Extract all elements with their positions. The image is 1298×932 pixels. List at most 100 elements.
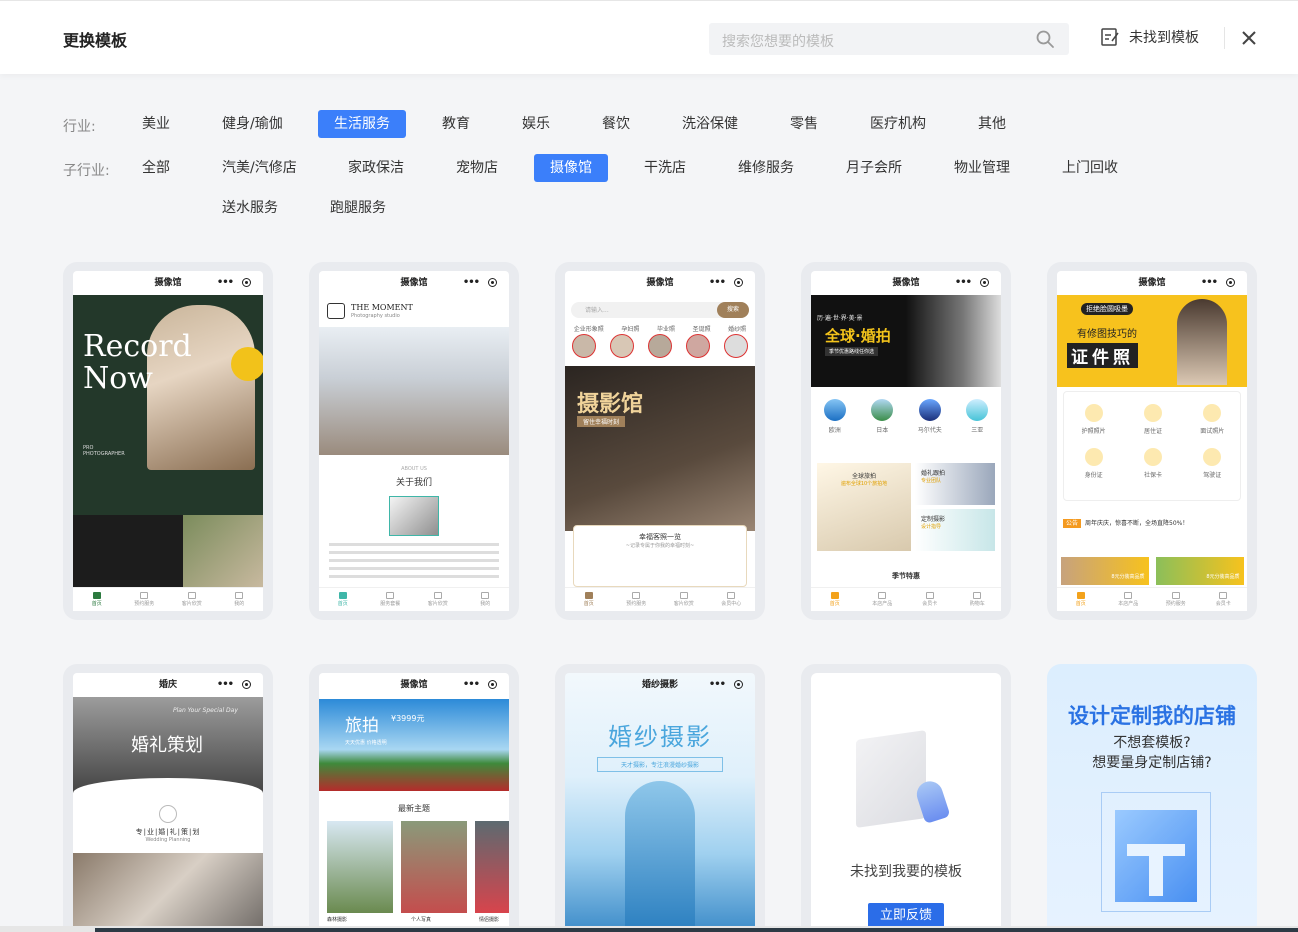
- industry-chip[interactable]: 美业: [126, 110, 186, 138]
- tab-bar: 首页 本店产品 预约服务 会员卡: [1057, 587, 1247, 611]
- phone-title: 摄像馆: [400, 278, 428, 288]
- template-card[interactable]: 婚纱摄影 ••• 婚纱摄影 天才摄影，专注浪漫婚纱摄影: [555, 664, 765, 932]
- industry-chip-active[interactable]: 生活服务: [318, 110, 406, 138]
- feedback-message: 未找到我要的模板: [850, 864, 962, 880]
- industry-chip[interactable]: 洗浴保健: [666, 110, 754, 138]
- template-card[interactable]: 摄像馆 ••• THE MOMENT Photography studio ABO…: [309, 262, 519, 620]
- sub-industry-chip[interactable]: 物业管理: [938, 154, 1026, 182]
- industry-chip[interactable]: 零售: [774, 110, 834, 138]
- section-title: 最新主题: [398, 804, 430, 813]
- scrollbar-thumb[interactable]: [95, 928, 1298, 932]
- hero-title: 全球·婚拍: [825, 327, 891, 345]
- sub-industry-chip-active[interactable]: 摄像馆: [534, 154, 608, 182]
- hero-sub: 留住幸福时刻: [577, 416, 626, 427]
- record-icon: [980, 278, 989, 287]
- hero-title: 证件照: [1067, 343, 1138, 368]
- hero-sub: 季节优惠路线任你选: [825, 347, 879, 356]
- sub-industry-chip[interactable]: 宠物店: [440, 154, 514, 182]
- tab-item: 会员卡: [1203, 592, 1243, 607]
- promo-row: 8元分装高品质 8元分装高品质: [1057, 557, 1247, 587]
- intro-photo: [183, 515, 263, 587]
- sub-industry-chip[interactable]: 月子会所: [830, 154, 918, 182]
- tab-item: 会员卡: [910, 592, 950, 607]
- template-card[interactable]: 摄像馆 ••• 旅拍 ¥3999元 天天优惠 价格透明 最新主题 森林摄影 个人写…: [309, 664, 519, 932]
- not-found-button[interactable]: 未找到模板: [1100, 27, 1199, 47]
- not-found-label: 未找到模板: [1129, 30, 1199, 46]
- theme-photo: [401, 821, 467, 913]
- phone-title-bar: 摄像馆 •••: [1057, 271, 1247, 295]
- phone-title: 婚纱摄影: [641, 680, 678, 690]
- letter-t-illustration: [1115, 810, 1197, 902]
- section-title: 季节特惠: [892, 572, 920, 580]
- hero-title: 婚礼策划: [131, 735, 203, 756]
- phone-title: 摄像馆: [646, 278, 674, 288]
- tab-item: 我的: [465, 592, 505, 607]
- template-card[interactable]: 婚庆 ••• Plan Your Special Day 婚礼策划 专|业|婚|礼…: [63, 664, 273, 932]
- phone-preview: 摄像馆 ••• 旅拍 ¥3999元 天天优惠 价格透明 最新主题 森林摄影 个人写…: [319, 673, 509, 932]
- phone-preview: 摄像馆 ••• 拒绝脸圆吸墨 有修图技巧的 证件照 护照照片 居住证 面试照片 身份证…: [1057, 271, 1247, 611]
- industry-chip[interactable]: 健身/瑜伽: [206, 110, 299, 138]
- phone-title-bar: 摄像馆 •••: [319, 271, 509, 295]
- more-icon: •••: [1200, 277, 1218, 288]
- sub-industry-chip[interactable]: 送水服务: [206, 194, 294, 222]
- more-icon: •••: [462, 679, 480, 690]
- record-icon: [488, 680, 497, 689]
- hero-tag: 拒绝脸圆吸墨: [1081, 303, 1133, 315]
- hero-tags: 天天优惠 价格透明: [345, 740, 387, 746]
- custom-line-2: 想要量身定制店铺?: [1092, 755, 1212, 771]
- more-icon: •••: [708, 679, 726, 690]
- brand-name: THE MOMENT: [351, 303, 413, 312]
- destination-labels: 欧洲 日本 马尔代夫 三亚: [828, 427, 984, 434]
- feedback-card: 未找到我要的模板 立即反馈: [801, 664, 1011, 932]
- sub-industry-chip[interactable]: 汽美/汽修店: [206, 154, 313, 182]
- template-card[interactable]: 摄像馆 ••• 请输入... 搜索 企业形象照 孕妇照 毕业照 圣诞照 婚纱照 摄影馆 留…: [555, 262, 765, 620]
- template-card[interactable]: 摄像馆 ••• 拒绝脸圆吸墨 有修图技巧的 证件照 护照照片 居住证 面试照片 身份证…: [1047, 262, 1257, 620]
- hero-title: 摄影馆: [577, 392, 644, 417]
- industry-label: 行业:: [63, 119, 96, 135]
- industry-chip[interactable]: 教育: [426, 110, 486, 138]
- tab-item: 会员中心: [711, 592, 751, 607]
- hero-sub: PRO PHOTOGRAPHER: [83, 445, 125, 457]
- sub-industry-chip[interactable]: 跑腿服务: [314, 194, 402, 222]
- phone-title: 摄像馆: [1138, 278, 1166, 288]
- record-icon: [242, 278, 251, 287]
- sub-industry-chip[interactable]: 维修服务: [722, 154, 810, 182]
- custom-design-card[interactable]: 设计定制我的店铺 不想套模板? 想要量身定制店铺?: [1047, 664, 1257, 932]
- logo-mark: [159, 805, 177, 823]
- tab-item: 购物车: [957, 592, 997, 607]
- template-card[interactable]: 摄像馆 ••• 历·遍·世·界·美·景 全球·婚拍 季节优惠路线任你选 欧洲 日本马…: [801, 262, 1011, 620]
- document-illustration: [856, 730, 926, 828]
- sub-industry-chip[interactable]: 上门回收: [1046, 154, 1134, 182]
- industry-chip[interactable]: 其他: [962, 110, 1022, 138]
- phone-preview: 摄像馆 ••• 历·遍·世·界·美·景 全球·婚拍 季节优惠路线任你选 欧洲 日本马…: [811, 271, 1001, 611]
- sub-industry-chip[interactable]: 家政保洁: [332, 154, 420, 182]
- modal-header: 更换模板 搜索您想要的模板 未找到模板: [0, 0, 1298, 74]
- hero-banner: 摄影馆 留住幸福时刻: [565, 366, 755, 531]
- phone-title: 摄像馆: [892, 278, 920, 288]
- industry-chip[interactable]: 娱乐: [506, 110, 566, 138]
- sub-industry-label: 子行业:: [63, 163, 110, 179]
- close-icon[interactable]: [1240, 29, 1258, 47]
- phone-title-bar: 摄像馆 •••: [319, 673, 509, 697]
- sub-industry-chip[interactable]: 全部: [126, 154, 186, 182]
- template-card[interactable]: 摄像馆 ••• Record Now PRO PHOTOGRAPHER 首页 预约服…: [63, 262, 273, 620]
- theme-label: 个人写真: [411, 917, 432, 923]
- record-icon: [242, 680, 251, 689]
- theme-label: 森林摄影: [327, 917, 348, 923]
- search-icon[interactable]: [1035, 29, 1055, 49]
- tab-item: 预约服务: [1156, 592, 1196, 607]
- hero-banner: 旅拍 ¥3999元 天天优惠 价格透明: [319, 699, 509, 791]
- search-input[interactable]: 搜索您想要的模板: [709, 23, 1069, 55]
- brand-sub: Photography studio: [351, 313, 400, 319]
- industry-chip[interactable]: 餐饮: [586, 110, 646, 138]
- industry-chip[interactable]: 医疗机构: [854, 110, 942, 138]
- record-icon: [734, 278, 743, 287]
- horizontal-scrollbar[interactable]: [0, 926, 1298, 932]
- tab-item: 本店产品: [1108, 592, 1148, 607]
- phone-preview: 婚庆 ••• Plan Your Special Day 婚礼策划 专|业|婚|礼…: [73, 673, 263, 932]
- tab-item: 首页: [1061, 592, 1101, 607]
- tab-bar: 首页 预约服务 客片欣赏 会员中心: [565, 587, 755, 611]
- hero-en: Plan Your Special Day: [173, 707, 238, 714]
- tab-item: 首页: [815, 592, 855, 607]
- sub-industry-chip[interactable]: 干洗店: [628, 154, 702, 182]
